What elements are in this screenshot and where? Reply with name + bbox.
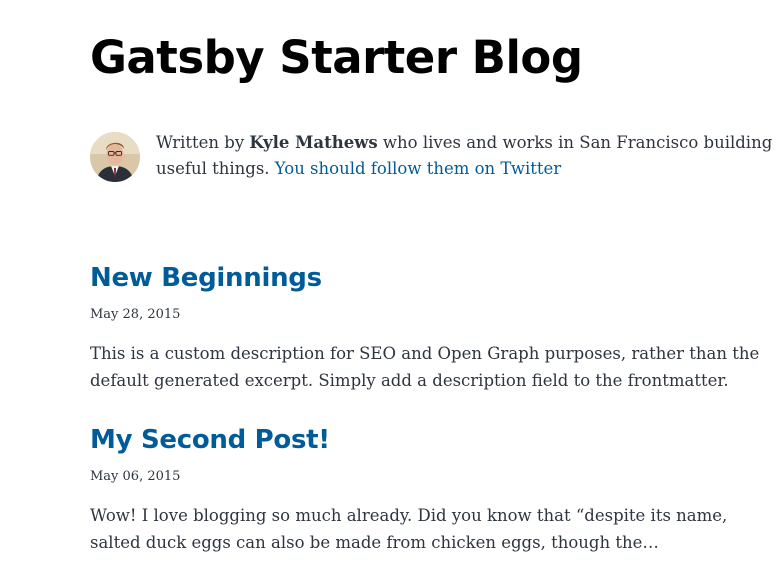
post-title-link[interactable]: New Beginnings (90, 263, 322, 293)
twitter-follow-link[interactable]: You should follow them on Twitter (275, 159, 561, 178)
bio-suffix: who lives and works in San Francisco bui… (377, 133, 773, 152)
author-bio: Written by Kyle Mathews who lives and wo… (90, 130, 772, 182)
post-description: Wow! I love blogging so much already. Di… (90, 502, 750, 556)
site-title[interactable]: Gatsby Starter Blog (90, 28, 583, 88)
bio-line-2-text: useful things. (156, 159, 275, 178)
post-description-line: This is a custom description for SEO and… (90, 344, 760, 363)
profile-photo-icon (90, 132, 140, 182)
post-description-line: Wow! I love blogging so much already. Di… (90, 506, 728, 525)
bio-line-2: useful things. You should follow them on… (156, 156, 772, 182)
post-description-line: default generated excerpt. Simply add a … (90, 371, 729, 390)
post-description-line: salted duck eggs can also be made from c… (90, 533, 659, 552)
post-title: New Beginnings (90, 262, 750, 294)
bio-prefix: Written by (156, 133, 250, 152)
post-title: My Second Post! (90, 424, 750, 456)
post-title-link[interactable]: My Second Post! (90, 425, 330, 455)
bio-line-1: Written by Kyle Mathews who lives and wo… (156, 130, 772, 156)
post-item: My Second Post! May 06, 2015 Wow! I love… (90, 424, 750, 573)
post-item: New Beginnings May 28, 2015 This is a cu… (90, 262, 760, 411)
post-description: This is a custom description for SEO and… (90, 340, 760, 394)
author-name: Kyle Mathews (249, 133, 378, 152)
post-date: May 06, 2015 (90, 469, 181, 484)
bio-text: Written by Kyle Mathews who lives and wo… (156, 130, 772, 182)
post-date: May 28, 2015 (90, 307, 181, 322)
